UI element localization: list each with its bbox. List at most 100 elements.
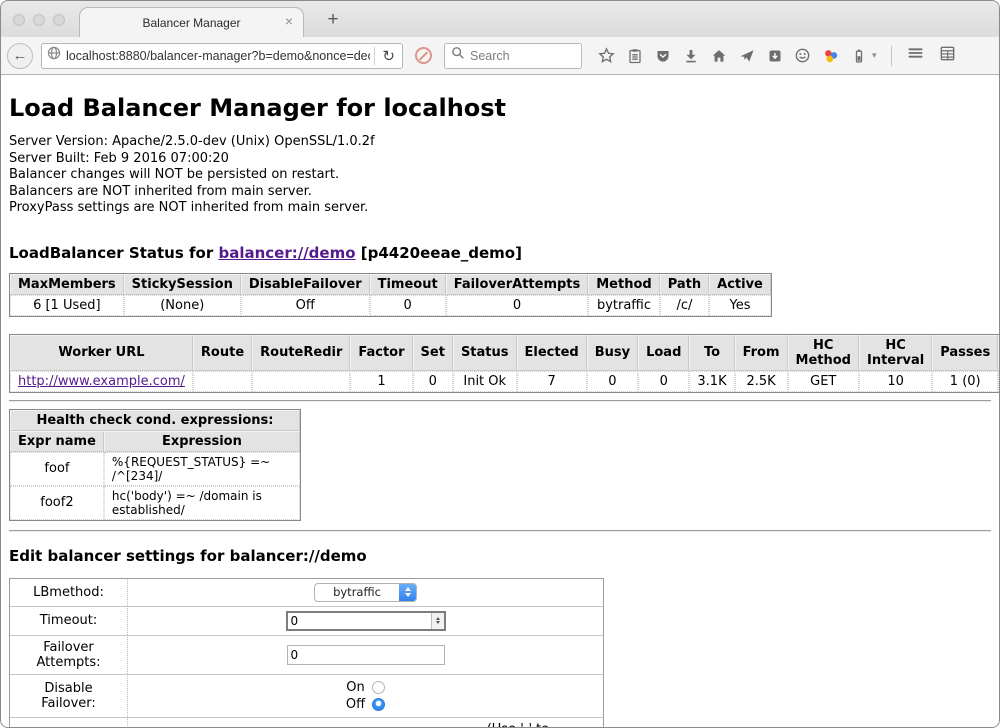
table-header-row: MaxMembers StickySession DisableFailover… [10, 274, 771, 295]
col-timeout: Timeout [370, 274, 446, 295]
radio-off-label: Off [346, 696, 365, 713]
cell-factor: 1 [350, 371, 412, 392]
tab-close-icon[interactable]: × [285, 14, 293, 28]
server-built: Server Built: Feb 9 2016 07:00:20 [9, 151, 991, 168]
form-row-timeout: Timeout: [10, 606, 603, 635]
form-row-failover: Failover Attempts: [10, 635, 603, 674]
cell-busy: 0 [587, 371, 638, 392]
table-title-row: Health check cond. expressions: [10, 410, 300, 431]
new-tab-button[interactable]: + [320, 9, 346, 31]
cell-method: bytraffic [588, 295, 659, 316]
cell-hc-method: GET [788, 371, 859, 392]
search-input[interactable] [470, 49, 575, 63]
edit-balancer-form: LBmethod: bytraffic Timeout: [9, 578, 604, 727]
sticky-session-label: Sticky Session: [10, 717, 128, 727]
form-row-disable-failover: Disable Failover: On Off [10, 674, 603, 717]
tab-title: Balancer Manager [142, 16, 240, 30]
status-heading-prefix: LoadBalancer Status for [9, 244, 218, 262]
pocket-icon[interactable] [654, 47, 671, 64]
balancer-demo-link[interactable]: balancer://demo [218, 244, 355, 262]
urlbar-divider [374, 47, 375, 65]
cell-disablefailover: Off [241, 295, 370, 316]
radio-off[interactable] [372, 698, 385, 711]
chevron-down-icon[interactable]: ▾ [872, 50, 877, 61]
lbmethod-select[interactable]: bytraffic [314, 583, 417, 602]
col-routeredir: RouteRedir [252, 335, 350, 371]
cell-path: /c/ [660, 295, 709, 316]
window-controls[interactable] [13, 14, 65, 26]
cell-to: 3.1K [689, 371, 734, 392]
sticky-session-hint: (Use '-' to delete) [487, 722, 597, 727]
timeout-label: Timeout: [10, 606, 128, 635]
window-minimize-button[interactable] [33, 14, 45, 26]
save-panel-icon[interactable] [766, 47, 783, 64]
col-maxmembers: MaxMembers [10, 274, 124, 295]
table-row: http://www.example.com/ 1 0 Init Ok 7 0 … [10, 371, 999, 392]
window-zoom-button[interactable] [53, 14, 65, 26]
page-title: Load Balancer Manager for localhost [9, 94, 991, 122]
feedback-smiley-icon[interactable] [794, 47, 811, 64]
disable-failover-label: Disable Failover: [10, 674, 128, 717]
form-row-lbmethod: LBmethod: bytraffic [10, 579, 603, 606]
home-icon[interactable] [710, 47, 727, 64]
cell-stickysession: (None) [124, 295, 241, 316]
downloads-icon[interactable] [682, 47, 699, 64]
reload-icon[interactable]: ↻ [379, 47, 398, 65]
col-disablefailover: DisableFailover [241, 274, 370, 295]
page-content: Load Balancer Manager for localhost Serv… [1, 75, 999, 727]
search-bar[interactable] [444, 43, 582, 69]
cell-routeredir [252, 371, 350, 392]
section-divider [9, 530, 991, 532]
timeout-input[interactable] [288, 613, 431, 629]
col-path: Path [660, 274, 709, 295]
status-heading-suffix: [p4420eeae_demo] [356, 244, 522, 262]
balancer-status-heading: LoadBalancer Status for balancer://demo … [9, 244, 991, 262]
cell-fails: 2 (0) [998, 371, 999, 392]
col-hc-method: HC Method [788, 335, 859, 371]
cell-active: Yes [709, 295, 771, 316]
radio-on-label: On [346, 679, 364, 696]
bookmark-star-icon[interactable] [598, 47, 615, 64]
cell-maxmembers: 6 [1 Used] [10, 295, 124, 316]
table-header-row: Worker URL Route RouteRedir Factor Set S… [10, 335, 999, 371]
cell-hc-interval: 10 [859, 371, 932, 392]
select-stepper-icon [399, 583, 416, 602]
cell-expr-name: foof2 [10, 486, 104, 520]
cell-passes: 1 (0) [932, 371, 998, 392]
toolbar-icons: ▾ [598, 47, 877, 64]
panels-grid-icon[interactable] [939, 45, 956, 67]
browser-tab[interactable]: Balancer Manager × [79, 7, 304, 37]
cell-timeout: 0 [370, 295, 446, 316]
number-spinner-icon[interactable] [431, 613, 444, 629]
content-blocked-icon[interactable] [415, 47, 432, 64]
table-row: foof2 hc('body') =~ /domain is establish… [10, 486, 300, 520]
col-to: To [689, 335, 734, 371]
tab-bar: Balancer Manager × + [1, 1, 999, 37]
url-bar[interactable]: ↻ [41, 43, 403, 69]
reading-list-icon[interactable] [626, 47, 643, 64]
health-table-title: Health check cond. expressions: [10, 410, 300, 431]
window-close-button[interactable] [13, 14, 25, 26]
failover-attempts-input[interactable] [287, 645, 445, 665]
back-button[interactable]: ← [7, 43, 33, 69]
lbmethod-value: bytraffic [315, 585, 399, 599]
colorpicker-extension-icon[interactable] [822, 47, 839, 64]
send-icon[interactable] [738, 47, 755, 64]
battery-extension-icon[interactable] [850, 47, 867, 64]
globe-icon [46, 45, 62, 66]
table-row: 6 [1 Used] (None) Off 0 0 bytraffic /c/ … [10, 295, 771, 316]
server-version: Server Version: Apache/2.5.0-dev (Unix) … [9, 134, 991, 151]
url-input[interactable] [66, 49, 370, 63]
balancer-settings-table: MaxMembers StickySession DisableFailover… [9, 273, 772, 317]
col-route: Route [193, 335, 252, 371]
cell-expr-name: foof [10, 452, 104, 486]
notice-proxypass: ProxyPass settings are NOT inherited fro… [9, 200, 991, 217]
col-set: Set [413, 335, 453, 371]
menu-hamburger-icon[interactable] [906, 45, 925, 66]
notice-persist: Balancer changes will NOT be persisted o… [9, 167, 991, 184]
browser-window: Balancer Manager × + ← ↻ [0, 0, 1000, 728]
radio-on[interactable] [372, 681, 385, 694]
col-elected: Elected [517, 335, 587, 371]
col-failoverattempts: FailoverAttempts [446, 274, 589, 295]
worker-url-link[interactable]: http://www.example.com/ [18, 374, 185, 389]
